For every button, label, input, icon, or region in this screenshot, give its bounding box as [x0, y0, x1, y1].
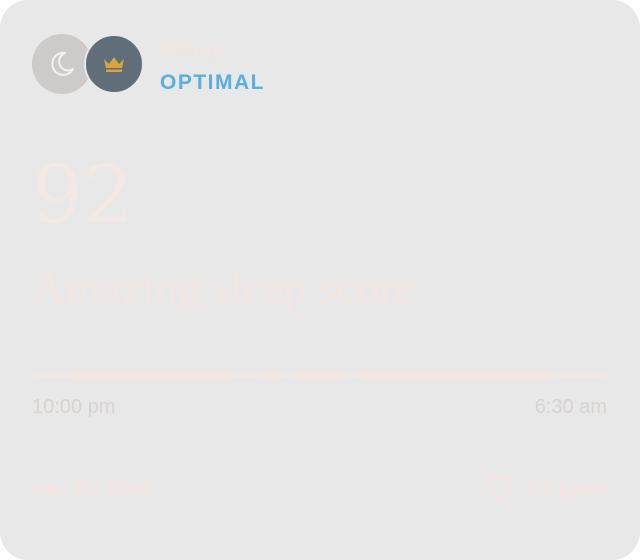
- heart-rate-value: 53 bpm: [526, 475, 607, 502]
- crown-icon: [104, 57, 124, 72]
- end-time: 6:30 am: [534, 396, 607, 418]
- moon-badge: [32, 34, 92, 94]
- heart-rate-stat: 53 bpm: [486, 474, 607, 504]
- crown-badge: [84, 34, 144, 94]
- sleep-timeline: [32, 371, 608, 379]
- bed-icon: [32, 483, 60, 497]
- sleep-score: 92: [32, 148, 134, 241]
- status-label: OPTIMAL: [160, 71, 265, 94]
- timeline-segment: [362, 371, 556, 379]
- timeline-segment: [260, 371, 280, 379]
- heart-icon: [487, 476, 514, 501]
- sleep-card[interactable]: Sleep OPTIMAL 92 Amazing sleep score 10:…: [0, 0, 640, 560]
- score-headline: Amazing sleep score: [32, 262, 416, 313]
- duration-stat: 7h 30m: [32, 474, 151, 504]
- duration-value: 7h 30m: [72, 475, 152, 502]
- timeline-segment: [292, 371, 348, 379]
- start-time: 10:00 pm: [32, 396, 116, 418]
- timeline-segment: [75, 371, 233, 379]
- moon-icon: [51, 51, 74, 76]
- card-title: Sleep: [160, 38, 225, 65]
